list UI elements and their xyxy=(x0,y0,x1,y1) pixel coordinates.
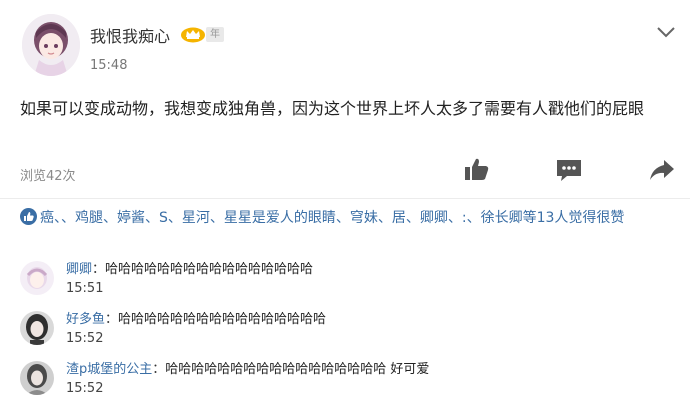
comment-time: 15:52 xyxy=(66,331,104,346)
username[interactable]: 我恨我痴心 xyxy=(90,23,170,47)
divider xyxy=(0,198,690,199)
comment-avatar[interactable] xyxy=(20,311,54,345)
comment-avatar[interactable] xyxy=(20,361,54,395)
likes-text: 癌、、鸡腿、婷酱、S、星河、星星是爱人的眼睛、穹妹、居、卿卿、:、徐长卿等13人… xyxy=(40,210,625,226)
crown-icon xyxy=(181,27,205,43)
post-time: 15:48 xyxy=(90,58,128,73)
comment-time: 15:51 xyxy=(66,281,104,296)
share-icon xyxy=(650,160,674,180)
vip-badge: 年 xyxy=(180,26,224,43)
thumbs-up-circle-icon xyxy=(20,208,37,225)
comment-item: 渣p城堡的公主：哈哈哈哈哈哈哈哈哈哈哈哈哈哈哈哈哈 好可爱 15:52 xyxy=(0,356,690,405)
avatar[interactable] xyxy=(22,14,80,76)
comment-line: 卿卿：哈哈哈哈哈哈哈哈哈哈哈哈哈哈哈哈 xyxy=(66,262,314,277)
comment-text: 哈哈哈哈哈哈哈哈哈哈哈哈哈哈哈哈 xyxy=(118,312,327,327)
view-count: 浏览42次 xyxy=(20,169,76,184)
like-button[interactable] xyxy=(463,157,491,183)
comment-item: 卿卿：哈哈哈哈哈哈哈哈哈哈哈哈哈哈哈哈 15:51 xyxy=(0,256,690,306)
comment-item: 好多鱼：哈哈哈哈哈哈哈哈哈哈哈哈哈哈哈哈 15:52 xyxy=(0,306,690,356)
comment-time: 15:52 xyxy=(66,381,104,396)
comment-author[interactable]: 渣p城堡的公主 xyxy=(66,362,152,377)
comment-author[interactable]: 好多鱼 xyxy=(66,312,105,327)
comment-button[interactable] xyxy=(555,157,583,183)
chevron-down-icon[interactable] xyxy=(655,24,677,40)
post-header: 我恨我痴心 年 15:48 xyxy=(0,0,690,90)
comment-icon xyxy=(557,160,581,181)
comment-line: 渣p城堡的公主：哈哈哈哈哈哈哈哈哈哈哈哈哈哈哈哈哈 好可爱 xyxy=(66,362,430,377)
share-button[interactable] xyxy=(648,157,676,183)
post-content: 如果可以变成动物，我想变成独角兽，因为这个世界上坏人太多了需要有人戳他们的屁眼 xyxy=(20,99,645,118)
likes-list[interactable]: 癌、、鸡腿、婷酱、S、星河、星星是爱人的眼睛、穹妹、居、卿卿、:、徐长卿等13人… xyxy=(20,206,680,230)
comment-line: 好多鱼：哈哈哈哈哈哈哈哈哈哈哈哈哈哈哈哈 xyxy=(66,312,327,327)
badge-year-label: 年 xyxy=(206,27,224,42)
comment-text: 哈哈哈哈哈哈哈哈哈哈哈哈哈哈哈哈 xyxy=(105,262,314,277)
comment-text: 哈哈哈哈哈哈哈哈哈哈哈哈哈哈哈哈哈 好可爱 xyxy=(165,362,430,377)
thumbs-up-icon xyxy=(465,158,489,180)
comment-avatar[interactable] xyxy=(20,261,54,295)
comment-author[interactable]: 卿卿 xyxy=(66,262,92,277)
